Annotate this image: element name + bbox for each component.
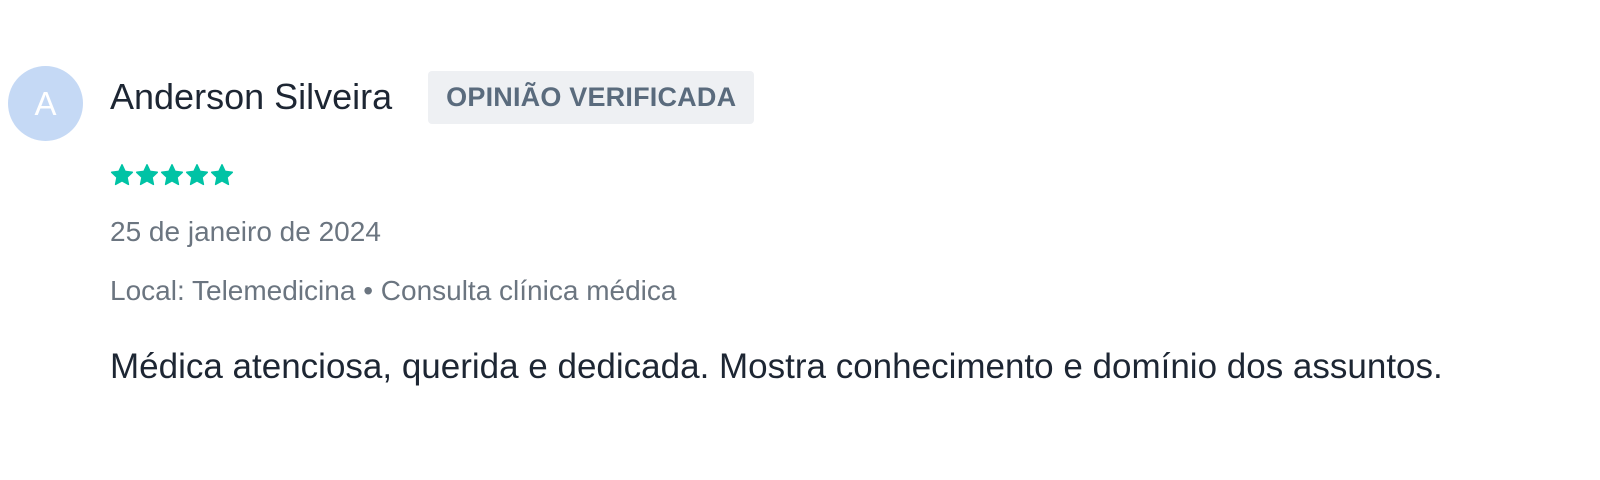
review-date: 25 de janeiro de 2024	[110, 216, 381, 247]
verified-badge: OPINIÃO VERIFICADA	[428, 70, 755, 124]
star-icon	[135, 164, 159, 186]
star-rating	[110, 163, 234, 189]
reviewer-name: Anderson Silveira	[110, 76, 393, 117]
review-card: A Anderson Silveira OPINIÃO VERIFICADA 2…	[0, 0, 1600, 480]
review-header: Anderson Silveira OPINIÃO VERIFICADA	[110, 70, 755, 124]
review-text: Médica atenciosa, querida e dedicada. Mo…	[110, 347, 1443, 386]
review-location: Local: Telemedicina • Consulta clínica m…	[110, 275, 677, 306]
avatar-initial: A	[34, 85, 57, 122]
star-icon	[160, 164, 184, 186]
star-icon	[110, 164, 134, 186]
star-icon	[185, 164, 209, 186]
star-icon	[210, 164, 234, 186]
avatar: A	[8, 66, 83, 141]
